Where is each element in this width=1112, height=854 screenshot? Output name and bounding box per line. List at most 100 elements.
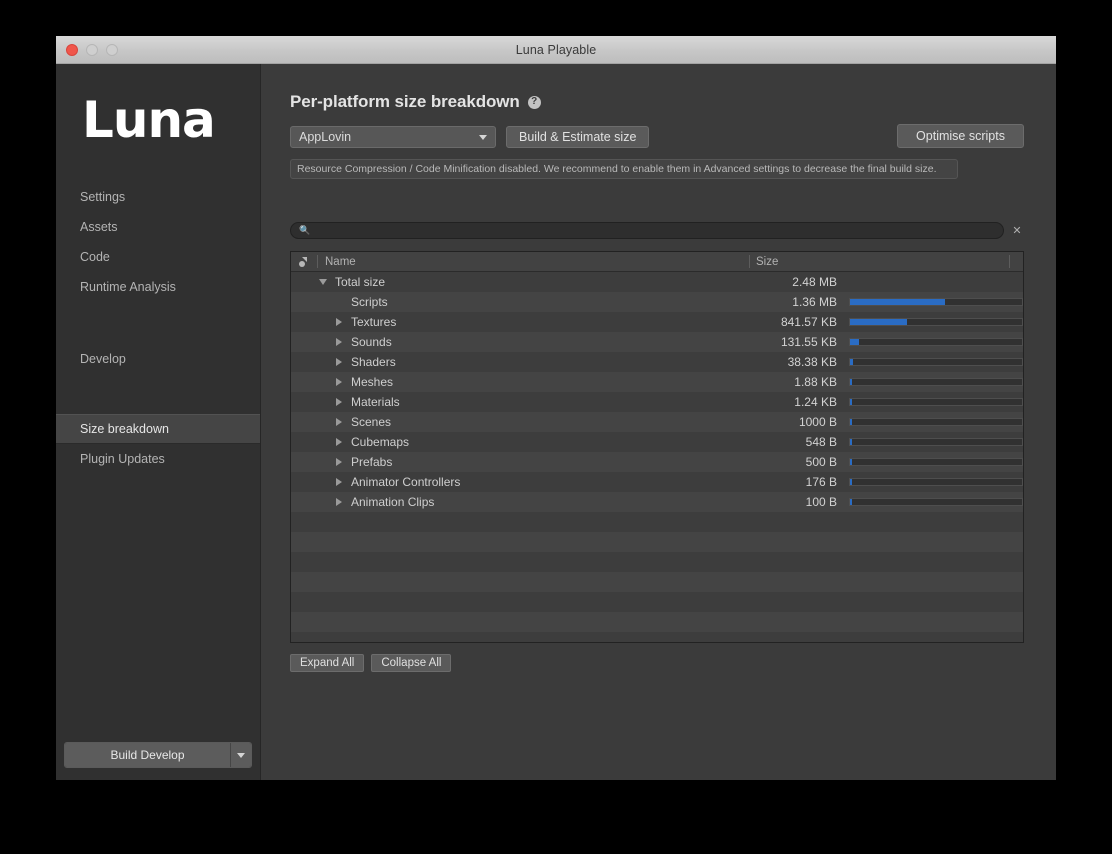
row-size: 38.38 KB (787, 355, 837, 369)
platform-select[interactable]: AppLovin (290, 126, 496, 148)
table-row[interactable]: Cubemaps 548 B (291, 432, 1023, 452)
sidebar-item-plugin-updates[interactable]: Plugin Updates (56, 444, 260, 474)
row-bar-cell (843, 318, 1023, 326)
build-develop-dropdown-button[interactable] (231, 743, 251, 767)
expand-collapse-toggle[interactable] (331, 498, 347, 506)
optimise-scripts-button[interactable]: Optimise scripts (897, 124, 1024, 148)
row-bar-cell (843, 358, 1023, 366)
close-window-button[interactable] (66, 43, 78, 56)
table-row[interactable]: Meshes 1.88 KB (291, 372, 1023, 392)
table-empty-row (291, 532, 1023, 552)
table-row[interactable]: Textures 841.57 KB (291, 312, 1023, 332)
size-bar-fill (850, 459, 852, 465)
table-row[interactable]: Total size 2.48 MB (291, 272, 1023, 292)
zoom-window-button[interactable] (106, 43, 118, 56)
table-empty-row (291, 572, 1023, 592)
row-bar-cell (843, 298, 1023, 306)
size-bar (849, 318, 1023, 326)
expand-collapse-toggle[interactable] (331, 438, 347, 446)
sidebar-item-size-breakdown[interactable]: Size breakdown (56, 414, 260, 444)
row-name-cell: Animator Controllers (291, 475, 727, 489)
build-estimate-size-button[interactable]: Build & Estimate size (506, 126, 650, 148)
size-bar (849, 378, 1023, 386)
sidebar: Luna Settings Assets Code Runtime Analys… (56, 64, 261, 780)
expand-collapse-toggle[interactable] (331, 318, 347, 326)
build-develop-button[interactable]: Build Develop (65, 743, 231, 767)
sidebar-item-develop[interactable]: Develop (56, 344, 260, 374)
row-label: Shaders (351, 355, 396, 369)
expand-collapse-toggle[interactable] (331, 338, 347, 346)
size-bar-fill (850, 339, 859, 345)
chevron-right-icon (336, 318, 342, 326)
expand-collapse-toggle[interactable] (331, 418, 347, 426)
row-label: Prefabs (351, 455, 393, 469)
size-bar (849, 418, 1023, 426)
sidebar-item-label: Runtime Analysis (80, 280, 176, 294)
expand-collapse-toggle[interactable] (331, 478, 347, 486)
warning-banner: Resource Compression / Code Minification… (290, 159, 958, 179)
row-bar-cell (843, 338, 1023, 346)
chevron-right-icon (336, 418, 342, 426)
size-bar (849, 298, 1023, 306)
table-row[interactable]: Scripts 1.36 MB (291, 292, 1023, 312)
table-row[interactable]: Sounds 131.55 KB (291, 332, 1023, 352)
collapse-all-button[interactable]: Collapse All (371, 654, 452, 672)
chevron-right-icon (336, 378, 342, 386)
search-clear-button[interactable]: ✕ (1010, 224, 1024, 238)
search-icon: 🔍 (299, 225, 311, 235)
table-row[interactable]: Materials 1.24 KB (291, 392, 1023, 412)
row-bar-cell (843, 498, 1023, 506)
table-row[interactable]: Shaders 38.38 KB (291, 352, 1023, 372)
sidebar-item-assets[interactable]: Assets (56, 212, 260, 242)
search-input[interactable]: 🔍 (290, 222, 1004, 239)
row-bar-cell (843, 438, 1023, 446)
help-circle-icon[interactable]: ? (527, 95, 541, 109)
table-row[interactable]: Prefabs 500 B (291, 452, 1023, 472)
chevron-right-icon (336, 458, 342, 466)
size-bar (849, 338, 1023, 346)
size-bar-fill (850, 379, 852, 385)
column-header-size[interactable]: Size (749, 255, 1009, 268)
expand-collapse-toggle[interactable] (331, 378, 347, 386)
build-estimate-label: Build & Estimate size (519, 130, 637, 144)
row-label: Cubemaps (351, 435, 410, 449)
window-titlebar: Luna Playable (56, 36, 1056, 64)
minimize-window-button[interactable] (86, 43, 98, 56)
row-bar-cell (843, 418, 1023, 426)
size-bar (849, 398, 1023, 406)
column-header-name[interactable]: Name (317, 255, 749, 268)
sidebar-item-settings[interactable]: Settings (56, 182, 260, 212)
toolbar: AppLovin Build & Estimate size Optimise … (290, 124, 1024, 148)
sidebar-nav: Settings Assets Code Runtime Analysis De… (56, 176, 260, 474)
expand-collapse-toggle[interactable] (331, 458, 347, 466)
size-bar (849, 498, 1023, 506)
table-row[interactable]: Scenes 1000 B (291, 412, 1023, 432)
row-size: 1.88 KB (794, 375, 837, 389)
sidebar-item-code[interactable]: Code (56, 242, 260, 272)
expand-all-button[interactable]: Expand All (290, 654, 365, 672)
row-label: Meshes (351, 375, 394, 389)
expand-collapse-toggle[interactable] (331, 398, 347, 406)
table-row[interactable]: Animation Clips 100 B (291, 492, 1023, 512)
sidebar-item-label: Size breakdown (80, 422, 169, 436)
chevron-down-icon (319, 279, 327, 285)
app-window: Luna Playable Luna Settings Assets Code … (56, 36, 1056, 780)
size-bar (849, 478, 1023, 486)
chevron-right-icon (336, 398, 342, 406)
page-title-row: Per-platform size breakdown ? (290, 92, 1024, 112)
size-bar-fill (850, 499, 852, 505)
expand-collapse-toggle[interactable] (331, 358, 347, 366)
warning-text: Resource Compression / Code Minification… (297, 163, 937, 175)
size-bar (849, 458, 1023, 466)
row-bar-cell (843, 458, 1023, 466)
row-label: Sounds (351, 335, 392, 349)
sidebar-item-runtime-analysis[interactable]: Runtime Analysis (56, 272, 260, 302)
chevron-down-icon (479, 134, 487, 140)
traffic-lights (66, 43, 118, 56)
table-row[interactable]: Animator Controllers 176 B (291, 472, 1023, 492)
sort-filter-icon[interactable] (291, 256, 317, 268)
row-name-cell: Total size (291, 275, 727, 289)
expand-collapse-toggle[interactable] (315, 279, 331, 285)
